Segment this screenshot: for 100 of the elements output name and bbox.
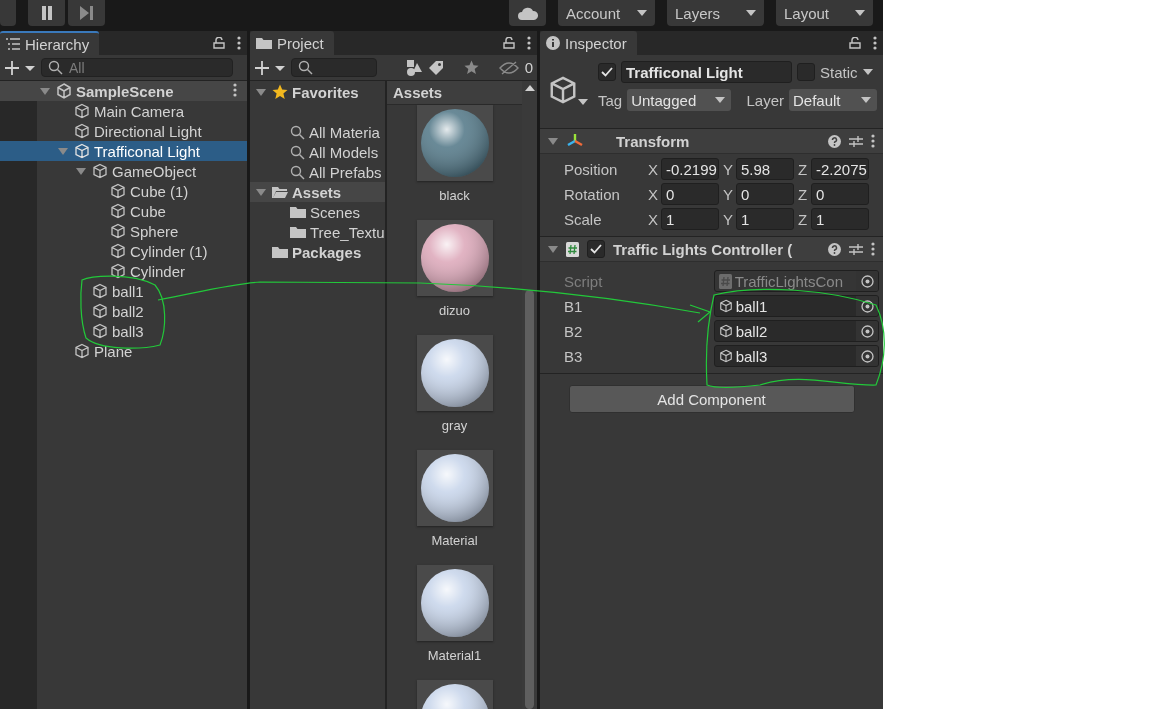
hierarchy-item[interactable]: Cube (1) <box>0 181 247 201</box>
expand-arrow-icon[interactable] <box>256 187 266 197</box>
lock-icon[interactable] <box>213 37 225 49</box>
object-field[interactable]: ball3 <box>713 345 879 367</box>
asset-thumbnail[interactable] <box>416 335 493 411</box>
hierarchy-item[interactable]: ball2 <box>0 301 247 321</box>
add-icon[interactable] <box>255 60 285 75</box>
expand-arrow-icon[interactable] <box>40 86 50 96</box>
hierarchy-item[interactable]: ball1 <box>0 281 247 301</box>
more-icon[interactable] <box>237 36 241 50</box>
hierarchy-item[interactable]: Cylinder (1) <box>0 241 247 261</box>
object-picker-icon[interactable] <box>860 324 874 338</box>
number-field[interactable]: 0 <box>811 183 869 205</box>
assets-header: Assets <box>387 81 522 105</box>
inspector-tab[interactable]: Inspector <box>540 31 637 55</box>
more-icon[interactable] <box>871 134 875 148</box>
hierarchy-item[interactable]: Cylinder <box>0 261 247 281</box>
object-picker-icon[interactable] <box>860 349 874 363</box>
object-field[interactable]: ball2 <box>713 320 879 342</box>
tag-icon[interactable] <box>427 59 444 76</box>
check-icon <box>601 67 613 77</box>
hierarchy-item[interactable]: Sphere <box>0 221 247 241</box>
hierarchy-item[interactable]: Plane <box>0 341 247 361</box>
scroll-up-icon[interactable] <box>524 85 535 91</box>
project-section[interactable]: Favorites <box>250 82 385 102</box>
sphere-preview-icon <box>419 453 490 523</box>
project-item[interactable]: All Prefabs <box>250 162 385 182</box>
sphere-preview-icon <box>419 223 490 293</box>
help-icon[interactable] <box>828 134 841 148</box>
search-icon <box>290 124 305 140</box>
number-field[interactable]: 0 <box>661 183 719 205</box>
project-item[interactable]: Scenes <box>250 202 385 222</box>
foldout-arrow-icon[interactable] <box>548 136 558 146</box>
axis-label: Y <box>723 185 734 203</box>
number-field[interactable]: 5.98 <box>736 158 794 180</box>
hierarchy-item[interactable]: Main Camera <box>0 101 247 121</box>
lock-icon[interactable] <box>503 37 515 49</box>
asset-thumbnail[interactable] <box>416 220 493 296</box>
expand-arrow-icon[interactable] <box>76 166 86 176</box>
asset-thumbnail[interactable] <box>416 105 493 181</box>
hierarchy-item[interactable]: ball3 <box>0 321 247 341</box>
project-section[interactable]: Packages <box>250 242 385 262</box>
preset-icon[interactable] <box>849 242 863 256</box>
layer-dropdown[interactable]: Default <box>789 89 877 111</box>
more-icon[interactable] <box>233 82 237 97</box>
asset-thumbnail[interactable] <box>416 565 493 641</box>
static-checkbox[interactable] <box>797 63 815 81</box>
component-title: Traffic Lights Controller ( <box>613 240 794 258</box>
hierarchy-tab[interactable]: Hierarchy <box>0 31 100 55</box>
project-item[interactable]: All Models <box>250 142 385 162</box>
shapes-icon[interactable] <box>405 59 422 76</box>
tag-dropdown[interactable]: Untagged <box>627 89 732 111</box>
more-icon[interactable] <box>527 36 531 50</box>
component-header[interactable]: Traffic Lights Controller ( <box>540 237 883 262</box>
number-field[interactable]: 1 <box>661 208 719 230</box>
hidden-eye-icon[interactable] <box>498 60 519 75</box>
add-component-button[interactable]: Add Component <box>568 385 855 413</box>
preset-icon[interactable] <box>849 134 863 148</box>
hierarchy-item[interactable]: Cube <box>0 201 247 221</box>
cloud-button[interactable] <box>509 0 546 26</box>
hierarchy-item[interactable]: Trafficonal Light <box>0 141 247 161</box>
hierarchy-item[interactable]: GameObject <box>0 161 247 181</box>
project-tab[interactable]: Project <box>250 31 334 55</box>
project-item[interactable]: All Materia <box>250 122 385 142</box>
project-section[interactable]: Assets <box>250 182 385 202</box>
layout-dropdown[interactable]: Layout <box>776 0 873 26</box>
step-button[interactable] <box>68 0 105 26</box>
search-field[interactable] <box>291 58 377 77</box>
axis-label: Y <box>723 210 734 228</box>
number-field[interactable]: 0 <box>736 183 794 205</box>
object-picker-icon[interactable] <box>860 299 874 313</box>
object-field[interactable]: ball1 <box>713 295 879 317</box>
component-header[interactable]: Transform <box>540 129 883 154</box>
static-label: Static <box>820 63 858 81</box>
number-field[interactable]: -0.2199 <box>661 158 719 180</box>
cube-icon <box>74 103 90 119</box>
hierarchy-item[interactable]: Directional Light <box>0 121 247 141</box>
layers-dropdown[interactable]: Layers <box>667 0 764 26</box>
project-item[interactable]: Tree_Textu <box>250 222 385 242</box>
number-field[interactable]: 1 <box>736 208 794 230</box>
foldout-arrow-icon[interactable] <box>548 244 558 254</box>
scene-row[interactable]: SampleScene <box>0 81 247 101</box>
list-icon <box>6 38 20 50</box>
lock-icon[interactable] <box>849 37 861 49</box>
sphere-preview-icon <box>419 108 490 178</box>
active-checkbox[interactable] <box>598 63 616 81</box>
more-icon[interactable] <box>871 242 875 256</box>
sphere-preview-icon <box>419 568 490 638</box>
more-icon[interactable] <box>873 36 877 50</box>
enabled-checkbox[interactable] <box>587 240 605 258</box>
add-icon[interactable] <box>5 60 35 75</box>
pause-button[interactable] <box>28 0 65 26</box>
expand-arrow-icon[interactable] <box>256 87 266 97</box>
asset-thumbnail[interactable] <box>416 450 493 526</box>
number-field[interactable]: -2.2075 <box>811 158 869 180</box>
cube-icon <box>92 303 108 319</box>
object-name-field[interactable]: Trafficonal Light <box>621 61 792 83</box>
account-dropdown[interactable]: Account <box>558 0 655 26</box>
help-icon[interactable] <box>828 242 841 256</box>
number-field[interactable]: 1 <box>811 208 869 230</box>
